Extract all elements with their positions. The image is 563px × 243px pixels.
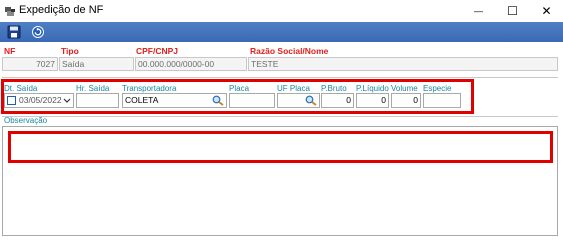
- section-divider: [2, 116, 558, 117]
- especie-field[interactable]: [423, 93, 461, 108]
- refresh-icon[interactable]: [31, 25, 45, 39]
- toolbar: [0, 22, 563, 42]
- volume-field[interactable]: 0: [391, 93, 421, 108]
- close-button[interactable]: ✕: [530, 0, 563, 22]
- dt-saida-checkbox[interactable]: [7, 96, 16, 105]
- dt-saida-value: 03/05/2022: [19, 95, 62, 105]
- transportadora-field[interactable]: COLETA: [122, 93, 227, 108]
- hr-saida-label: Hr. Saída: [76, 84, 110, 93]
- volume-label: Volume: [391, 84, 418, 93]
- window-title: Expedição de NF: [19, 4, 104, 16]
- pliquido-label: P.Líquido: [356, 84, 389, 93]
- transportadora-label: Transportadora: [122, 84, 177, 93]
- dt-saida-label: Dt. Saída: [4, 84, 38, 93]
- pbruto-field[interactable]: 0: [321, 93, 354, 108]
- transportadora-value: COLETA: [125, 95, 159, 105]
- close-icon: ✕: [541, 4, 552, 18]
- razao-label: Razão Social/Nome: [250, 46, 329, 56]
- cpf-field[interactable]: 00.000.000/0000-00: [135, 57, 247, 71]
- minimize-button[interactable]: —: [462, 0, 495, 22]
- nf-label: NF: [4, 46, 16, 56]
- hr-saida-field[interactable]: [76, 93, 119, 108]
- section-divider: [2, 77, 558, 78]
- tipo-label: Tipo: [61, 46, 79, 56]
- search-icon[interactable]: [212, 95, 224, 106]
- dt-saida-picker[interactable]: 03/05/2022: [4, 93, 74, 108]
- razao-field[interactable]: TESTE: [248, 57, 558, 71]
- nf-field[interactable]: 7027: [2, 57, 58, 71]
- observacao-highlight: [8, 131, 553, 163]
- placa-field[interactable]: [229, 93, 275, 108]
- app-icon: [5, 7, 15, 16]
- pliquido-field[interactable]: 0: [356, 93, 389, 108]
- uf-placa-field[interactable]: [277, 93, 320, 108]
- minimize-icon: —: [474, 6, 483, 16]
- especie-label: Especie: [423, 84, 452, 93]
- maximize-button[interactable]: ☐: [496, 0, 529, 22]
- cpf-label: CPF/CNPJ: [136, 46, 179, 56]
- placa-label: Placa: [229, 84, 250, 93]
- search-icon[interactable]: [305, 95, 317, 106]
- chevron-down-icon[interactable]: [63, 98, 71, 104]
- save-icon[interactable]: [7, 25, 21, 39]
- pbruto-label: P.Bruto: [321, 84, 347, 93]
- maximize-icon: ☐: [507, 4, 518, 18]
- observacao-label: Observação: [4, 116, 48, 125]
- uf-placa-label: UF Placa: [277, 84, 310, 93]
- title-bar: Expedição de NF — ☐ ✕: [0, 0, 563, 22]
- tipo-field[interactable]: Saída: [59, 57, 134, 71]
